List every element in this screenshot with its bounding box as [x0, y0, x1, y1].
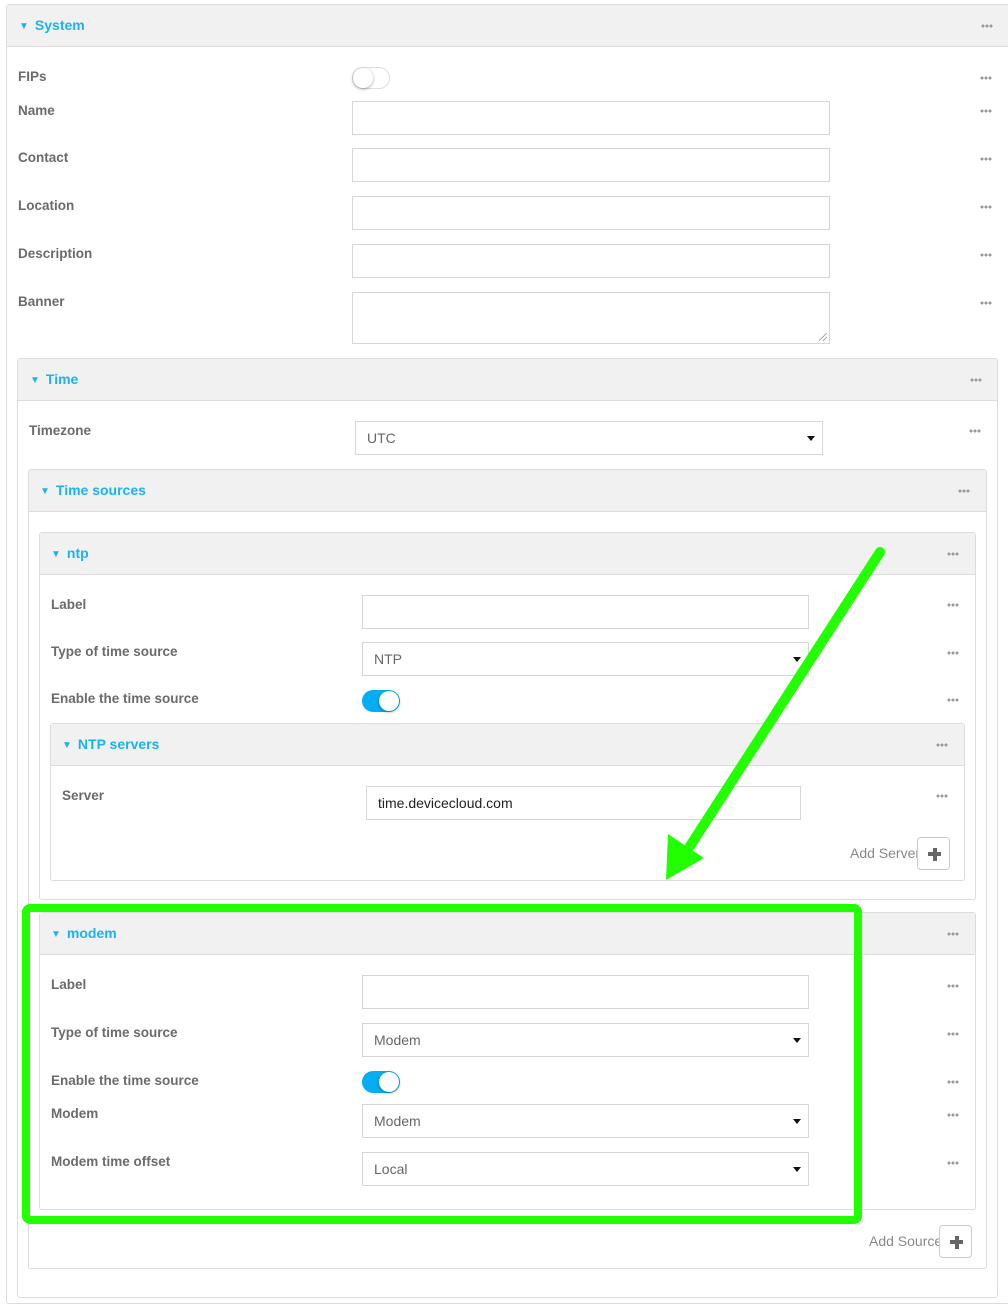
- toggle-knob: [379, 691, 399, 711]
- more-options-icon[interactable]: [981, 24, 993, 28]
- modem-type-select[interactable]: Modem: [362, 1023, 809, 1057]
- contact-label: Contact: [18, 150, 69, 165]
- dropdown-arrow-icon: [793, 657, 801, 662]
- more-options-icon[interactable]: [980, 301, 992, 305]
- add-source-button[interactable]: [939, 1225, 972, 1258]
- modem-source-title-text: modem: [66, 925, 117, 941]
- dropdown-arrow-icon: [793, 1119, 801, 1124]
- timezone-label: Timezone: [29, 423, 92, 438]
- modem-offset-select[interactable]: Local: [362, 1152, 809, 1186]
- more-options-icon[interactable]: [947, 698, 959, 702]
- description-label: Description: [18, 246, 93, 261]
- more-options-icon[interactable]: [947, 1113, 959, 1117]
- more-options-icon[interactable]: [980, 157, 992, 161]
- ntp-enable-toggle[interactable]: [362, 690, 400, 712]
- time-sources-title-text: Time sources: [55, 482, 146, 498]
- banner-textarea[interactable]: [352, 292, 830, 344]
- caret-down-icon: ▼: [30, 375, 40, 386]
- more-options-icon[interactable]: [958, 489, 970, 493]
- modem-type-label: Type of time source: [51, 1025, 178, 1040]
- more-options-icon[interactable]: [980, 76, 992, 80]
- modem-source-header[interactable]: ▼ modem: [40, 913, 975, 955]
- modem-label-input[interactable]: [362, 975, 809, 1009]
- more-options-icon[interactable]: [980, 253, 992, 257]
- more-options-icon[interactable]: [947, 1161, 959, 1165]
- name-label: Name: [18, 103, 55, 118]
- system-title-text: System: [34, 17, 85, 33]
- dropdown-arrow-icon: [793, 1167, 801, 1172]
- ntp-label-label: Label: [51, 597, 87, 612]
- more-options-icon[interactable]: [936, 794, 948, 798]
- more-options-icon[interactable]: [947, 603, 959, 607]
- more-options-icon[interactable]: [947, 552, 959, 556]
- caret-down-icon: ▼: [51, 549, 61, 560]
- more-options-icon[interactable]: [947, 932, 959, 936]
- modem-label-label: Label: [51, 977, 87, 992]
- time-sources-title[interactable]: ▼ Time sources: [40, 482, 146, 498]
- fips-toggle[interactable]: [352, 67, 390, 89]
- modem-enable-label: Enable the time source: [51, 1073, 199, 1088]
- ntp-type-value: NTP: [374, 651, 402, 667]
- system-header[interactable]: ▼ System: [7, 5, 1008, 47]
- ntp-type-label: Type of time source: [51, 644, 178, 659]
- add-server-button[interactable]: [917, 837, 950, 870]
- server-label: Server: [62, 788, 105, 803]
- dropdown-arrow-icon: [793, 1038, 801, 1043]
- toggle-knob: [379, 1072, 399, 1092]
- name-input[interactable]: [352, 101, 830, 135]
- add-source-label: Add Source: [869, 1233, 943, 1249]
- server-input[interactable]: time.devicecloud.com: [366, 786, 801, 820]
- plus-icon-stroke: [932, 847, 937, 861]
- time-title-text: Time: [45, 371, 79, 387]
- time-header[interactable]: ▼ Time: [18, 359, 997, 401]
- caret-down-icon: ▼: [40, 486, 50, 497]
- location-input[interactable]: [352, 196, 830, 230]
- ntp-enable-label: Enable the time source: [51, 691, 199, 706]
- toggle-knob: [353, 68, 373, 88]
- modem-enable-toggle[interactable]: [362, 1071, 400, 1093]
- caret-down-icon: ▼: [62, 740, 72, 751]
- ntp-servers-header[interactable]: ▼ NTP servers: [51, 724, 964, 766]
- resize-handle-icon[interactable]: [819, 333, 827, 341]
- location-label: Location: [18, 198, 75, 213]
- modem-type-value: Modem: [374, 1032, 421, 1048]
- modem-source-title[interactable]: ▼ modem: [51, 925, 117, 941]
- description-input[interactable]: [352, 244, 830, 278]
- ntp-label-input[interactable]: [362, 595, 809, 629]
- more-options-icon[interactable]: [969, 429, 981, 433]
- modem-modem-label: Modem: [51, 1106, 99, 1121]
- ntp-source-title[interactable]: ▼ ntp: [51, 545, 89, 561]
- ntp-source-title-text: ntp: [66, 545, 89, 561]
- more-options-icon[interactable]: [947, 1080, 959, 1084]
- modem-offset-label: Modem time offset: [51, 1154, 171, 1169]
- timezone-value: UTC: [367, 430, 396, 446]
- fips-label: FIPs: [18, 69, 47, 84]
- time-title[interactable]: ▼ Time: [30, 371, 78, 387]
- ntp-servers-title[interactable]: ▼ NTP servers: [62, 736, 159, 752]
- add-server-label: Add Server: [850, 845, 921, 861]
- more-options-icon[interactable]: [980, 205, 992, 209]
- more-options-icon[interactable]: [947, 984, 959, 988]
- caret-down-icon: ▼: [19, 21, 29, 32]
- timezone-select[interactable]: UTC: [355, 421, 823, 455]
- time-sources-header[interactable]: ▼ Time sources: [29, 470, 986, 512]
- modem-offset-value: Local: [374, 1161, 408, 1177]
- ntp-source-header[interactable]: ▼ ntp: [40, 533, 975, 575]
- caret-down-icon: ▼: [51, 929, 61, 940]
- banner-label: Banner: [18, 294, 65, 309]
- more-options-icon[interactable]: [936, 743, 948, 747]
- more-options-icon[interactable]: [980, 109, 992, 113]
- contact-input[interactable]: [352, 148, 830, 182]
- dropdown-arrow-icon: [807, 436, 815, 441]
- ntp-type-select[interactable]: NTP: [362, 642, 809, 676]
- more-options-icon[interactable]: [947, 1032, 959, 1036]
- plus-icon-stroke: [954, 1235, 959, 1249]
- more-options-icon[interactable]: [970, 378, 982, 382]
- modem-modem-value: Modem: [374, 1113, 421, 1129]
- more-options-icon[interactable]: [947, 651, 959, 655]
- modem-modem-select[interactable]: Modem: [362, 1104, 809, 1138]
- system-title[interactable]: ▼ System: [19, 17, 85, 33]
- ntp-servers-title-text: NTP servers: [77, 736, 160, 752]
